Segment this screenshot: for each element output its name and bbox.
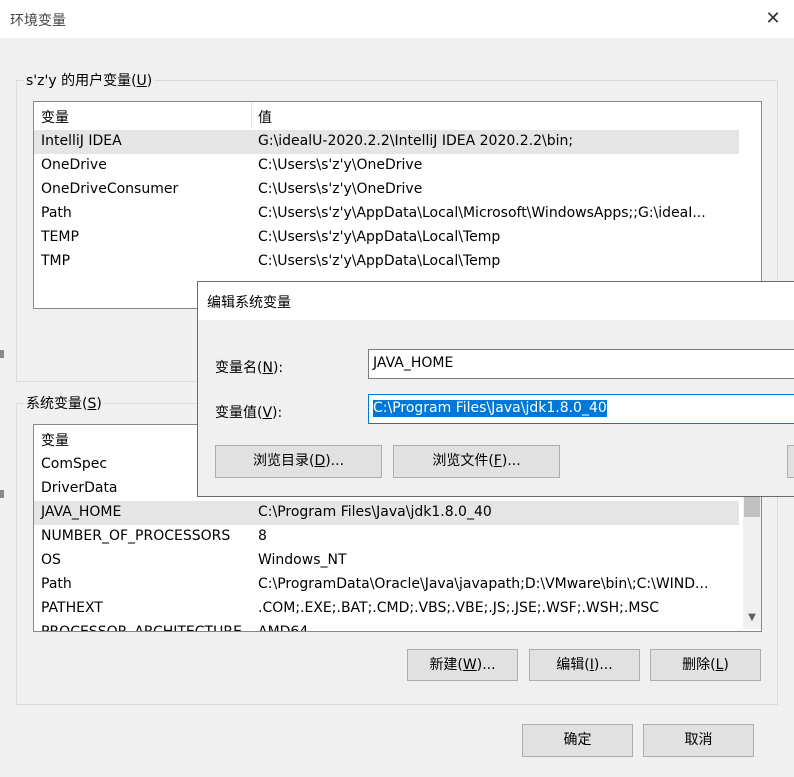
title-bar: 环境变量 ✕ <box>0 0 794 38</box>
clipped-button[interactable] <box>787 445 794 478</box>
cancel-button[interactable]: 取消 <box>643 724 754 757</box>
selected-text: C:\Program Files\Java\jdk1.8.0_40 <box>373 400 607 417</box>
dialog-title-bar: 编辑系统变量 <box>198 282 794 320</box>
ok-button[interactable]: 确定 <box>522 724 633 757</box>
variable-value-input[interactable]: C:\Program Files\Java\jdk1.8.0_40 <box>368 394 794 424</box>
user-vars-label: s'z'y 的用户变量(U) <box>24 70 155 90</box>
close-icon[interactable]: ✕ <box>762 8 784 30</box>
table-row[interactable]: Path C:\ProgramData\Oracle\Java\javapath… <box>34 573 739 597</box>
column-header-value[interactable]: 值 <box>258 107 272 127</box>
sys-vars-label: 系统变量(S) <box>24 393 104 413</box>
user-vars-header: 变量 值 <box>34 102 761 129</box>
delete-button[interactable]: 删除(L) <box>650 649 761 681</box>
table-row[interactable]: PROCESSOR_ARCHITECTURE AMD64 <box>34 621 739 631</box>
table-row[interactable]: IntelliJ IDEA G:\idealU-2020.2.2\Intelli… <box>34 130 739 154</box>
variable-name-label: 变量名(N): <box>215 360 284 376</box>
table-row[interactable]: NUMBER_OF_PROCESSORS 8 <box>34 525 739 549</box>
edit-button[interactable]: 编辑(I)... <box>529 649 640 681</box>
dialog-title: 编辑系统变量 <box>207 295 291 311</box>
table-row[interactable]: TEMP C:\Users\s'z'y\AppData\Local\Temp <box>34 226 739 250</box>
edit-variable-dialog: 编辑系统变量 变量名(N): JAVA_HOME 变量值(V): C:\Prog… <box>197 281 794 497</box>
edge-mark <box>0 350 4 358</box>
scroll-down-icon[interactable]: ▼ <box>743 609 761 627</box>
browse-file-button[interactable]: 浏览文件(F)... <box>393 445 560 478</box>
scrollbar-thumb[interactable] <box>744 495 760 517</box>
window-title: 环境变量 <box>10 13 66 29</box>
browse-directory-button[interactable]: 浏览目录(D)... <box>215 445 382 478</box>
table-row[interactable]: OneDriveConsumer C:\Users\s'z'y\OneDrive <box>34 178 739 202</box>
column-header-name[interactable]: 变量 <box>41 107 69 127</box>
table-row[interactable]: OS Windows_NT <box>34 549 739 573</box>
variable-value-label: 变量值(V): <box>215 405 283 421</box>
table-row[interactable]: PATHEXT .COM;.EXE;.BAT;.CMD;.VBS;.VBE;.J… <box>34 597 739 621</box>
table-row[interactable]: Path C:\Users\s'z'y\AppData\Local\Micros… <box>34 202 739 226</box>
user-vars-list[interactable]: 变量 值 IntelliJ IDEA G:\idealU-2020.2.2\In… <box>33 101 762 309</box>
variable-name-input[interactable]: JAVA_HOME <box>368 349 794 379</box>
edge-mark <box>0 490 4 498</box>
table-row[interactable]: JAVA_HOME C:\Program Files\Java\jdk1.8.0… <box>34 501 739 525</box>
new-button[interactable]: 新建(W)... <box>407 649 518 681</box>
table-row[interactable]: TMP C:\Users\s'z'y\AppData\Local\Temp <box>34 250 739 274</box>
table-row[interactable]: OneDrive C:\Users\s'z'y\OneDrive <box>34 154 739 178</box>
column-header-name[interactable]: 变量 <box>41 430 69 450</box>
